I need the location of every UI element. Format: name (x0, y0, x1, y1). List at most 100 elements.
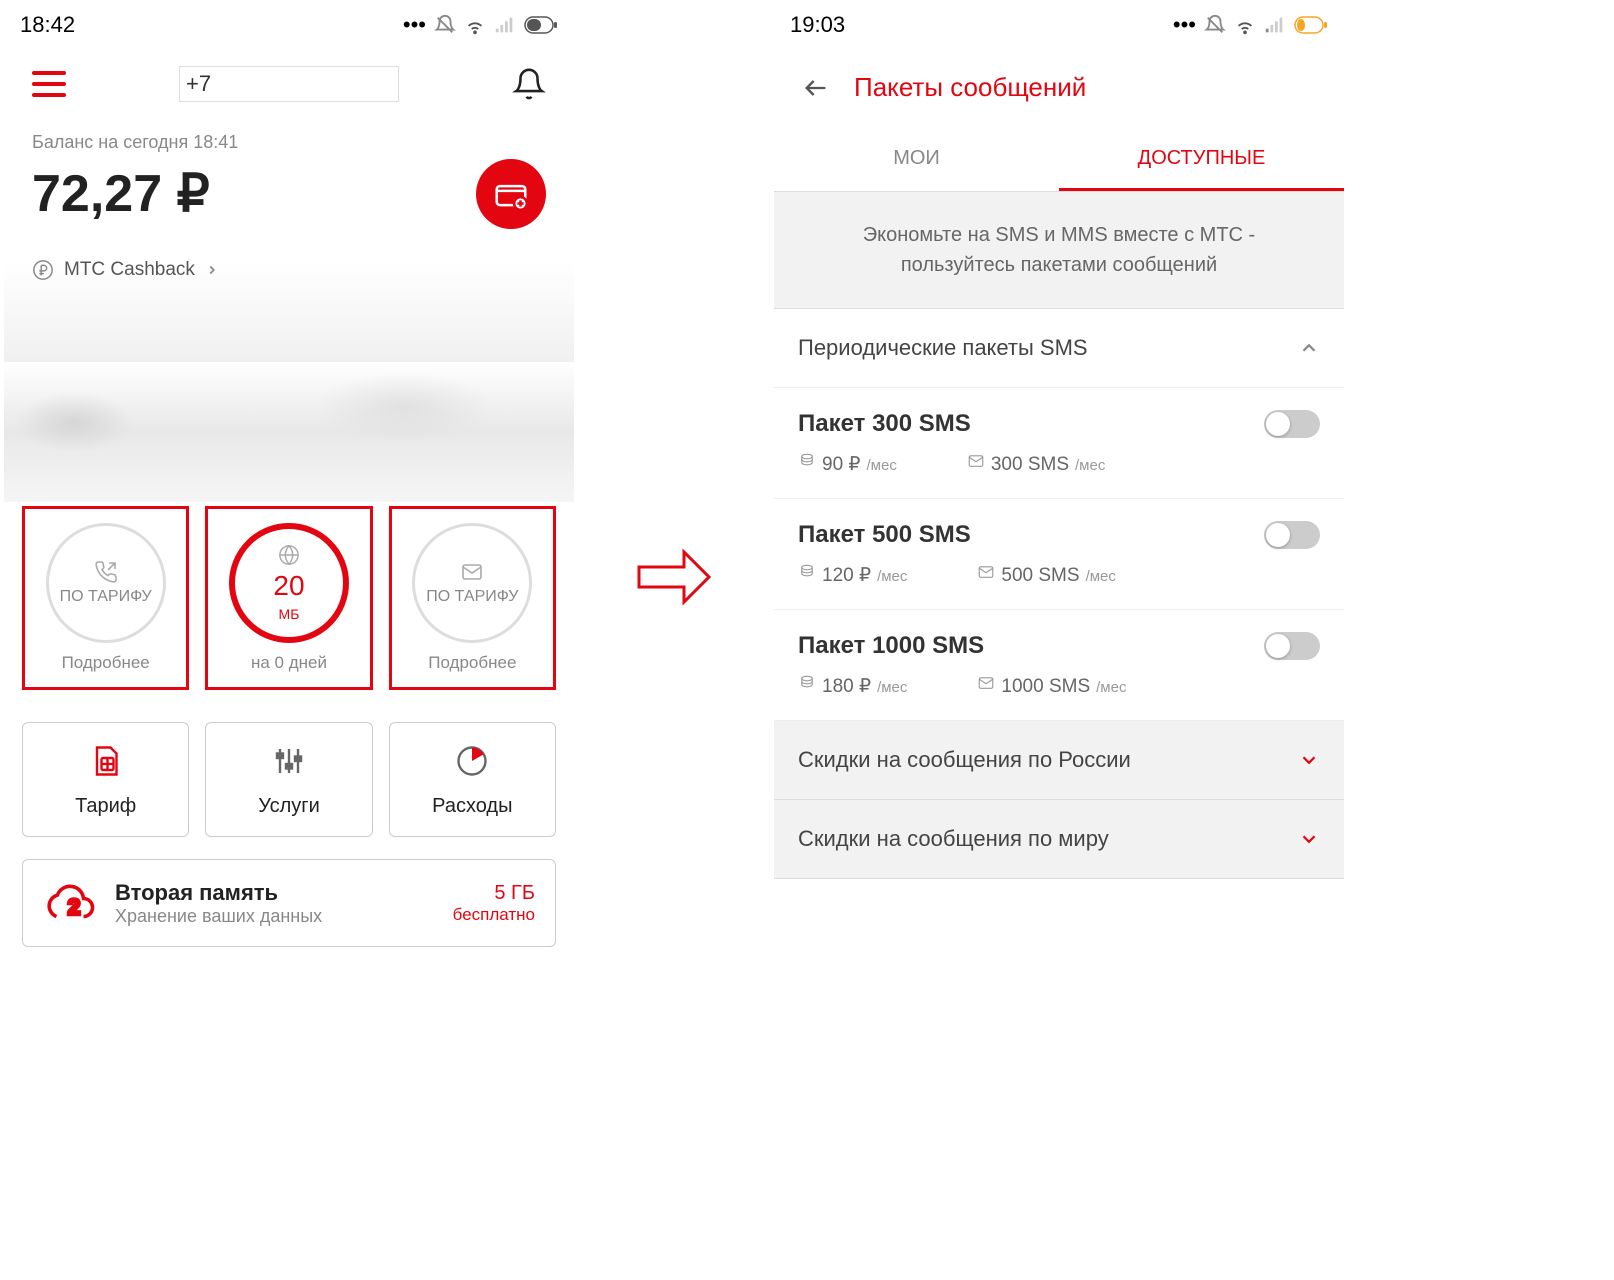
section-russia[interactable]: Скидки на сообщения по России (774, 721, 1344, 800)
usage-sms-sub: Подробнее (400, 653, 545, 673)
section-world-label: Скидки на сообщения по миру (798, 826, 1109, 852)
package-1000[interactable]: Пакет 1000 SMS 180 ₽/мес 1000 SMS/мес (774, 610, 1344, 721)
section-periodic-header[interactable]: Периодические пакеты SMS (774, 309, 1344, 388)
envelope-icon (460, 560, 484, 584)
balance-amount: 72,27 ₽ (32, 164, 210, 224)
package-toggle[interactable] (1264, 410, 1320, 438)
page-header: Пакеты сообщений (774, 46, 1344, 129)
cloud-icon: 2 (43, 876, 97, 930)
section-periodic-label: Периодические пакеты SMS (798, 335, 1088, 361)
flow-arrow-icon (634, 537, 714, 622)
status-icons: ••• (403, 12, 558, 38)
package-300[interactable]: Пакет 300 SMS 90 ₽/мес 300 SMS/мес (774, 388, 1344, 499)
status-time: 18:42 (20, 12, 75, 38)
envelope-icon (977, 674, 995, 692)
tabs: МОИ ДОСТУПНЫЕ (774, 129, 1344, 192)
usage-calls-label: ПО ТАРИФУ (60, 588, 152, 606)
storage-title: Вторая память (115, 880, 435, 906)
package-name: Пакет 1000 SMS (798, 632, 984, 660)
usage-sms-label: ПО ТАРИФУ (426, 588, 518, 606)
menu-button[interactable] (32, 71, 66, 97)
globe-icon (278, 544, 300, 566)
package-qty: 300 SMS (991, 454, 1069, 476)
battery-icon (1294, 16, 1328, 34)
wifi-icon (1234, 14, 1256, 36)
bell-icon (512, 67, 546, 101)
price-unit: /мес (867, 457, 897, 474)
envelope-icon (967, 452, 985, 470)
qty-unit: /мес (1086, 568, 1116, 585)
package-toggle[interactable] (1264, 632, 1320, 660)
pie-icon (454, 743, 490, 779)
usage-data-value: 20 (273, 570, 304, 602)
coins-icon (798, 674, 816, 692)
package-price: 180 ₽ (822, 675, 871, 698)
ruble-circle-icon (32, 259, 54, 281)
envelope-icon (977, 563, 995, 581)
expenses-button[interactable]: Расходы (389, 722, 556, 837)
cashback-label: МТС Cashback (64, 259, 195, 281)
topup-button[interactable] (476, 159, 546, 229)
package-toggle[interactable] (1264, 521, 1320, 549)
section-russia-label: Скидки на сообщения по России (798, 747, 1131, 773)
usage-calls-sub: Подробнее (33, 653, 178, 673)
package-name: Пакет 300 SMS (798, 410, 971, 438)
sim-icon (88, 743, 124, 779)
storage-size: 5 ГБ (453, 882, 535, 905)
dots-icon: ••• (1173, 12, 1196, 38)
page-title: Пакеты сообщений (854, 72, 1086, 103)
coins-icon (798, 452, 816, 470)
wallet-icon (492, 175, 530, 213)
balance-timestamp: Баланс на сегодня 18:41 (32, 132, 546, 153)
usage-data-unit: МБ (279, 606, 300, 622)
services-label: Услуги (214, 795, 363, 818)
package-name: Пакет 500 SMS (798, 521, 971, 549)
section-world[interactable]: Скидки на сообщения по миру (774, 800, 1344, 879)
package-500[interactable]: Пакет 500 SMS 120 ₽/мес 500 SMS/мес (774, 499, 1344, 610)
usage-sms-card[interactable]: ПО ТАРИФУ Подробнее (389, 506, 556, 690)
promo-banner: Экономьте на SMS и MMS вместе с МТС - по… (774, 192, 1344, 309)
status-time: 19:03 (790, 12, 845, 38)
tab-mine[interactable]: МОИ (774, 129, 1059, 191)
phone-number-selector[interactable]: +7 (179, 66, 399, 102)
cashback-link[interactable]: МТС Cashback (32, 259, 546, 281)
tariff-button[interactable]: Тариф (22, 722, 189, 837)
screen-home: 18:42 ••• +7 Баланс на сегодня 18:41 72,… (4, 4, 574, 955)
storage-subtitle: Хранение ваших данных (115, 906, 435, 927)
sliders-icon (271, 743, 307, 779)
usage-cards: ПО ТАРИФУ Подробнее 20 МБ на 0 дней ПО Т… (4, 502, 574, 694)
screen-packages: 19:03 ••• Пакеты сообщений МОИ ДОСТУПНЫЕ… (774, 4, 1344, 955)
chevron-right-icon (205, 263, 219, 277)
battery-icon (524, 16, 558, 34)
signal-icon (1264, 14, 1286, 36)
wifi-icon (464, 14, 486, 36)
package-qty: 500 SMS (1001, 565, 1079, 587)
usage-calls-card[interactable]: ПО ТАРИФУ Подробнее (22, 506, 189, 690)
qty-unit: /мес (1096, 679, 1126, 696)
back-button[interactable] (802, 74, 830, 102)
phone-prefix: +7 (186, 71, 211, 97)
price-unit: /мес (877, 679, 907, 696)
phone-out-icon (94, 560, 118, 584)
expenses-label: Расходы (398, 795, 547, 818)
chevron-down-icon (1298, 749, 1320, 771)
usage-data-sub: на 0 дней (216, 653, 361, 673)
storage-promo[interactable]: 2 Вторая память Хранение ваших данных 5 … (22, 859, 556, 947)
balance-section: Баланс на сегодня 18:41 72,27 ₽ МТС Cash… (4, 112, 574, 362)
services-button[interactable]: Услуги (205, 722, 372, 837)
mute-icon (434, 14, 456, 36)
notifications-button[interactable] (512, 67, 546, 101)
dots-icon: ••• (403, 12, 426, 38)
tab-available[interactable]: ДОСТУПНЫЕ (1059, 129, 1344, 191)
price-unit: /мес (877, 568, 907, 585)
signal-icon (494, 14, 516, 36)
chevron-up-icon (1298, 337, 1320, 359)
mute-icon (1204, 14, 1226, 36)
coins-icon (798, 563, 816, 581)
usage-data-card[interactable]: 20 МБ на 0 дней (205, 506, 372, 690)
status-bar: 18:42 ••• (4, 4, 574, 46)
package-price: 90 ₽ (822, 453, 861, 476)
status-icons: ••• (1173, 12, 1328, 38)
app-header: +7 (4, 46, 574, 112)
action-buttons: Тариф Услуги Расходы (4, 694, 574, 851)
